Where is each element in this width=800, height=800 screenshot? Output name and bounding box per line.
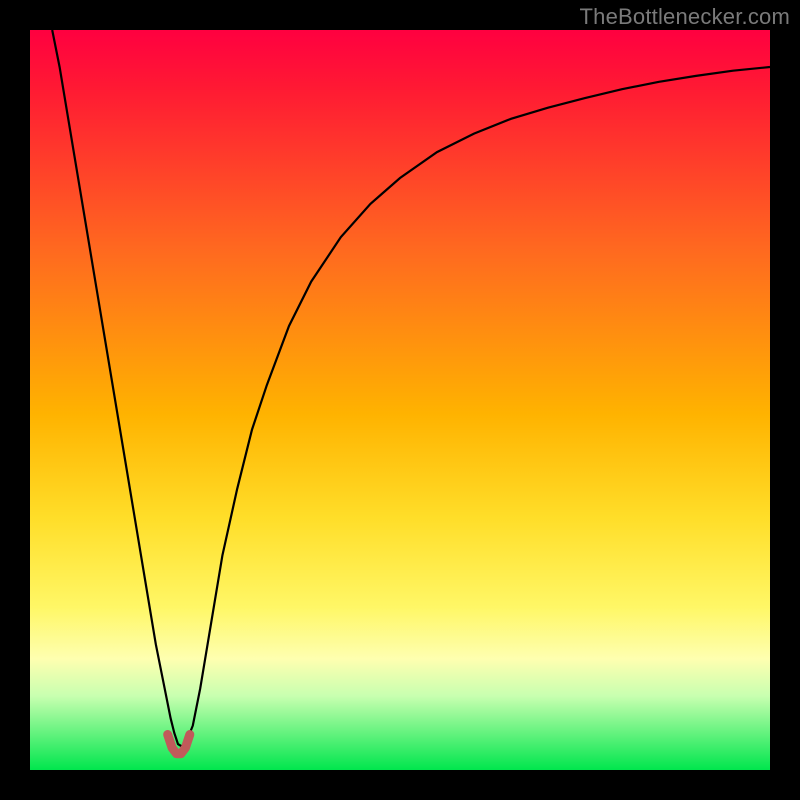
chart-frame: TheBottlenecker.com (0, 0, 800, 800)
watermark-text: TheBottlenecker.com (580, 4, 790, 30)
chart-plot-area (30, 30, 770, 770)
chart-svg (30, 30, 770, 770)
series-bottleneck-curve (52, 30, 770, 746)
